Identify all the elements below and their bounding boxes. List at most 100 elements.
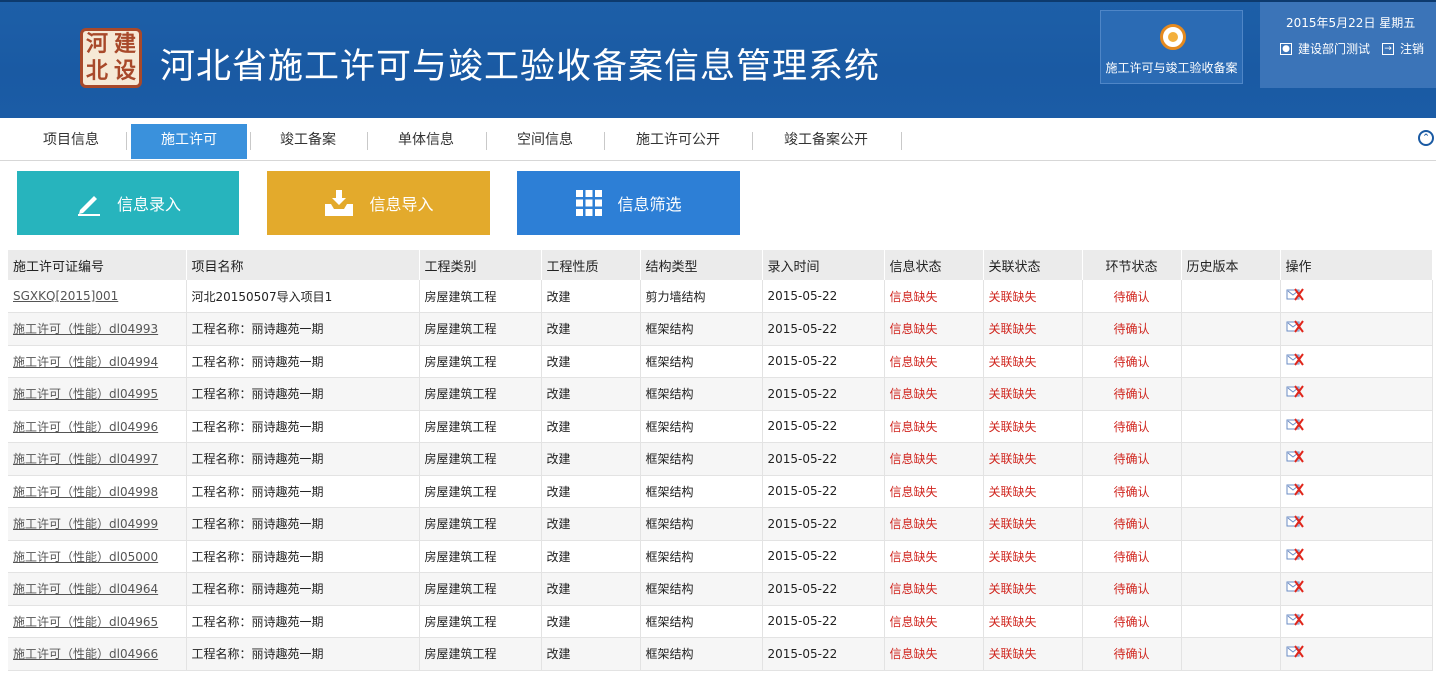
table-row: 施工许可（性能）dl04993 工程名称：丽诗趣苑一期 房屋建筑工程 改建 框架结构 20… — [8, 312, 1433, 346]
cell-history — [1181, 345, 1281, 378]
tab-construction-permit[interactable]: 施工许可 — [131, 124, 247, 159]
cell-link-status: 关联缺失 — [983, 572, 1083, 606]
cell-permit-no[interactable]: 施工许可（性能）dl04999 — [8, 507, 187, 541]
cell-category: 房屋建筑工程 — [419, 475, 542, 508]
nav-divider — [486, 132, 487, 150]
cell-permit-no[interactable]: 施工许可（性能）dl04995 — [8, 377, 187, 411]
cell-nature: 改建 — [541, 475, 641, 508]
cell-entry-time: 2015-05-22 — [762, 442, 885, 476]
delete-record-icon[interactable] — [1286, 287, 1304, 302]
user-link[interactable]: ● 建设部门测试 — [1280, 40, 1370, 57]
col-header-stage-status: 环节状态 — [1082, 250, 1182, 280]
cell-stage-status: 待确认 — [1082, 410, 1182, 443]
cell-structure: 剪力墙结构 — [640, 280, 763, 313]
cell-structure: 框架结构 — [640, 572, 763, 606]
cell-permit-no[interactable]: 施工许可（性能）dl04993 — [8, 312, 187, 346]
table-row: 施工许可（性能）dl04995 工程名称：丽诗趣苑一期 房屋建筑工程 改建 框架结构 20… — [8, 377, 1433, 411]
tab-project-info[interactable]: 项目信息 — [30, 124, 112, 159]
cell-permit-no[interactable]: 施工许可（性能）dl04965 — [8, 605, 187, 638]
table-row: 施工许可（性能）dl04966 工程名称：丽诗趣苑一期 房屋建筑工程 改建 框架结构 20… — [8, 637, 1433, 671]
cell-actions — [1280, 572, 1433, 606]
cell-permit-no[interactable]: 施工许可（性能）dl04996 — [8, 410, 187, 443]
info-entry-button[interactable]: 信息录入 — [17, 171, 239, 235]
cell-history — [1181, 312, 1281, 346]
cell-info-status: 信息缺失 — [884, 475, 984, 508]
cell-actions — [1280, 377, 1433, 411]
cell-category: 房屋建筑工程 — [419, 540, 542, 573]
module-switch-card[interactable]: 施工许可与竣工验收备案 — [1100, 10, 1243, 84]
cell-nature: 改建 — [541, 637, 641, 671]
cell-nature: 改建 — [541, 377, 641, 411]
cell-entry-time: 2015-05-22 — [762, 377, 885, 411]
cell-link-status: 关联缺失 — [983, 605, 1083, 638]
cell-project-name: 工程名称：丽诗趣苑一期 — [186, 475, 420, 508]
cell-permit-no[interactable]: 施工许可（性能）dl04966 — [8, 637, 187, 671]
tab-completion-public[interactable]: 竣工备案公开 — [765, 124, 887, 159]
info-import-button[interactable]: 信息导入 — [267, 171, 490, 235]
cell-permit-no[interactable]: 施工许可（性能）dl04994 — [8, 345, 187, 378]
cell-permit-no[interactable]: 施工许可（性能）dl04997 — [8, 442, 187, 476]
cell-project-name: 工程名称：丽诗趣苑一期 — [186, 312, 420, 346]
col-header-link-status: 关联状态 — [983, 250, 1083, 280]
cell-permit-no[interactable]: 施工许可（性能）dl04964 — [8, 572, 187, 606]
delete-record-icon[interactable] — [1286, 353, 1304, 367]
cell-project-name: 工程名称：丽诗趣苑一期 — [186, 637, 420, 671]
cell-info-status: 信息缺失 — [884, 507, 984, 541]
cell-project-name: 工程名称：丽诗趣苑一期 — [186, 572, 420, 606]
cell-structure: 框架结构 — [640, 312, 763, 346]
cell-actions — [1280, 442, 1433, 476]
cell-actions — [1280, 540, 1433, 573]
info-import-label: 信息导入 — [369, 195, 434, 214]
cell-info-status: 信息缺失 — [884, 410, 984, 443]
cell-info-status: 信息缺失 — [884, 637, 984, 671]
delete-record-icon[interactable] — [1286, 483, 1304, 497]
current-date: 2015年5月22日 星期五 — [1286, 16, 1416, 30]
cell-permit-no[interactable]: 施工许可（性能）dl04998 — [8, 475, 187, 508]
tab-unit-info[interactable]: 单体信息 — [380, 124, 472, 159]
cell-stage-status: 待确认 — [1082, 280, 1182, 313]
cell-history — [1181, 410, 1281, 443]
cell-category: 房屋建筑工程 — [419, 312, 542, 346]
cell-stage-status: 待确认 — [1082, 572, 1182, 606]
delete-record-icon[interactable] — [1286, 450, 1304, 464]
table-row: 施工许可（性能）dl04996 工程名称：丽诗趣苑一期 房屋建筑工程 改建 框架结构 20… — [8, 410, 1433, 443]
cell-entry-time: 2015-05-22 — [762, 280, 885, 313]
cell-structure: 框架结构 — [640, 475, 763, 508]
cell-nature: 改建 — [541, 605, 641, 638]
delete-record-icon[interactable] — [1286, 418, 1304, 432]
cell-project-name: 工程名称：丽诗趣苑一期 — [186, 605, 420, 638]
tab-space-info[interactable]: 空间信息 — [499, 124, 591, 159]
tab-completion-record[interactable]: 竣工备案 — [262, 124, 354, 159]
cell-project-name: 工程名称：丽诗趣苑一期 — [186, 345, 420, 378]
user-panel: 2015年5月22日 星期五 ● 建设部门测试 → 注销 — [1260, 2, 1436, 88]
cell-entry-time: 2015-05-22 — [762, 507, 885, 541]
delete-record-icon[interactable] — [1286, 320, 1304, 334]
cell-info-status: 信息缺失 — [884, 377, 984, 411]
cell-nature: 改建 — [541, 442, 641, 476]
cell-actions — [1280, 637, 1433, 671]
cell-stage-status: 待确认 — [1082, 345, 1182, 378]
cell-entry-time: 2015-05-22 — [762, 410, 885, 443]
cell-permit-no[interactable]: SGXKQ[2015]001 — [8, 280, 187, 313]
delete-record-icon[interactable] — [1286, 548, 1304, 562]
delete-record-icon[interactable] — [1286, 613, 1304, 627]
module-icon — [1160, 24, 1186, 50]
logout-icon: → — [1382, 42, 1394, 55]
cell-history — [1181, 507, 1281, 541]
delete-record-icon[interactable] — [1286, 515, 1304, 529]
delete-record-icon[interactable] — [1286, 645, 1304, 659]
cell-link-status: 关联缺失 — [983, 442, 1083, 476]
delete-record-icon[interactable] — [1286, 385, 1304, 399]
nav-divider — [901, 132, 902, 150]
cell-entry-time: 2015-05-22 — [762, 540, 885, 573]
delete-record-icon[interactable] — [1286, 580, 1304, 594]
tab-permit-public[interactable]: 施工许可公开 — [617, 124, 739, 159]
cell-structure: 框架结构 — [640, 442, 763, 476]
info-filter-button[interactable]: 信息筛选 — [517, 171, 740, 235]
collapse-header-icon[interactable]: ⌃ — [1418, 130, 1434, 146]
cell-permit-no[interactable]: 施工许可（性能）dl05000 — [8, 540, 187, 573]
logo-seal-char: 河 — [85, 31, 108, 57]
table-row: 施工许可（性能）dl04994 工程名称：丽诗趣苑一期 房屋建筑工程 改建 框架结构 20… — [8, 345, 1433, 378]
cell-structure: 框架结构 — [640, 377, 763, 411]
logout-link[interactable]: → 注销 — [1382, 40, 1424, 57]
